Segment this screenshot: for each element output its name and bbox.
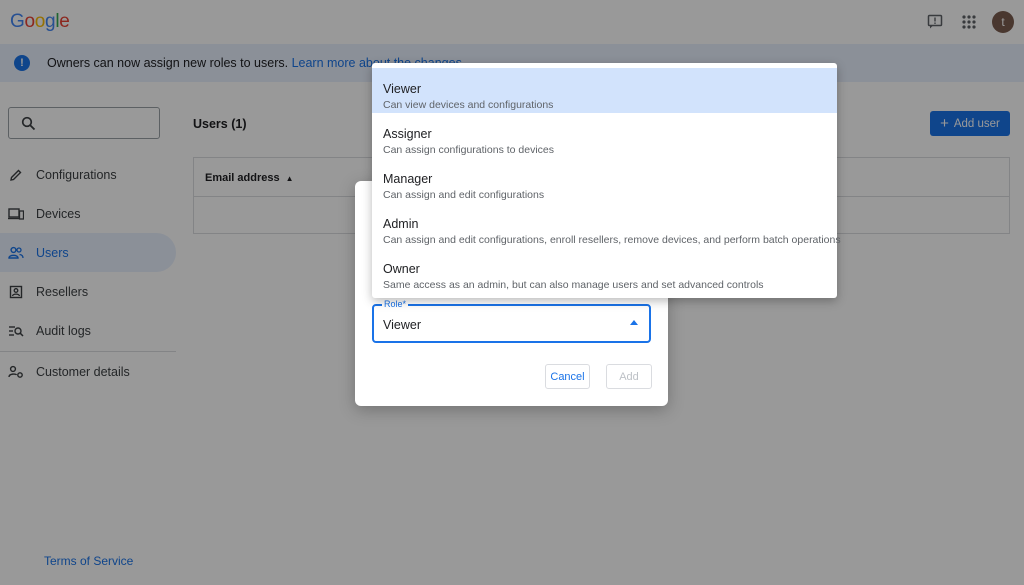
- option-description: Can view devices and configurations: [383, 99, 554, 111]
- menu-option-viewer[interactable]: Viewer Can view devices and configuratio…: [372, 68, 837, 113]
- option-description: Same access as an admin, but can also ma…: [383, 279, 764, 291]
- option-description: Can assign configurations to devices: [383, 144, 555, 156]
- cancel-button[interactable]: Cancel: [545, 364, 590, 389]
- option-title: Manager: [383, 172, 433, 186]
- option-title: Owner: [383, 262, 420, 276]
- role-options-menu: Viewer Can view devices and configuratio…: [372, 63, 841, 298]
- caret-up-icon: [630, 320, 638, 325]
- add-button[interactable]: Add: [606, 364, 652, 389]
- option-title: Assigner: [383, 127, 432, 141]
- menu-option-assigner[interactable]: Assigner Can assign configurations to de…: [372, 113, 837, 158]
- option-description: Can assign and edit configurations: [383, 189, 545, 201]
- menu-option-admin[interactable]: Admin Can assign and edit configurations…: [372, 203, 841, 248]
- role-selected-value: Viewer: [383, 318, 421, 332]
- role-select[interactable]: Role* Viewer: [372, 299, 651, 343]
- option-description: Can assign and edit configurations, enro…: [383, 234, 841, 246]
- option-title: Admin: [383, 217, 419, 231]
- menu-option-manager[interactable]: Manager Can assign and edit configuratio…: [372, 158, 837, 203]
- menu-option-owner[interactable]: Owner Same access as an admin, but can a…: [372, 248, 837, 293]
- role-field-label: Role*: [382, 299, 409, 309]
- option-title: Viewer: [383, 82, 421, 96]
